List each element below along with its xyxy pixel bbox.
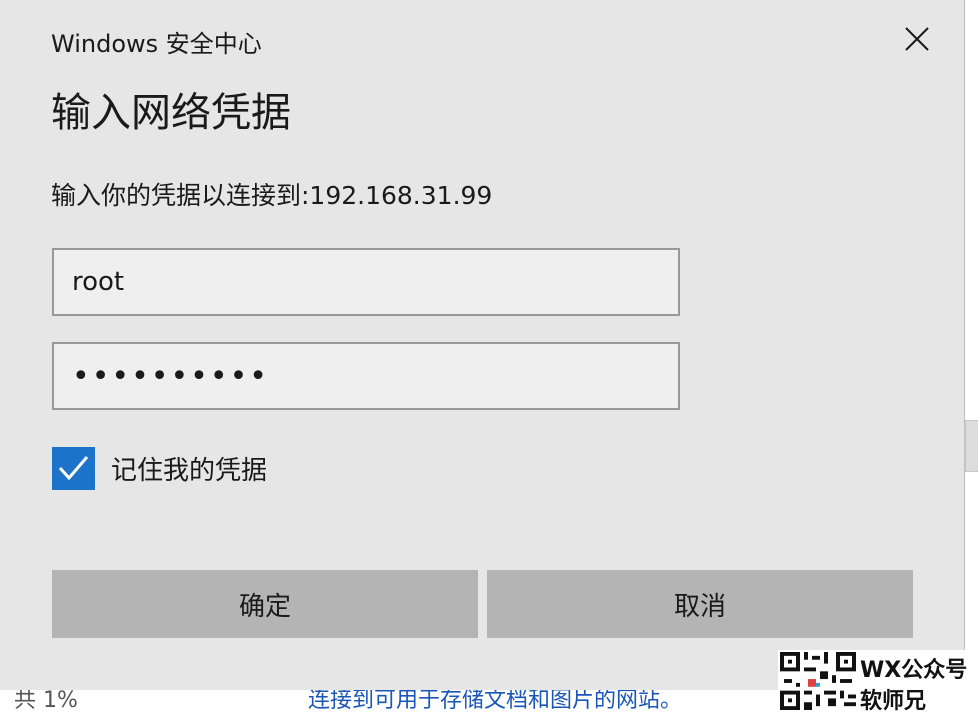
checkmark-icon — [58, 455, 89, 480]
remember-credentials-checkbox[interactable]: 记住我的凭据 — [52, 446, 267, 490]
username-input[interactable] — [52, 248, 680, 316]
checkbox-box[interactable] — [52, 446, 95, 490]
qr-code-icon — [780, 652, 856, 710]
dialog-heading: 输入网络凭据 — [51, 90, 291, 136]
password-input[interactable] — [52, 342, 680, 410]
watermark: WX公众号 软师兄 — [778, 650, 978, 714]
background-scrollbar[interactable] — [965, 420, 978, 472]
watermark-line2: 软师兄 — [860, 689, 927, 714]
watermark-line1: WX公众号 — [860, 658, 968, 683]
ok-button[interactable]: 确定 — [52, 570, 478, 638]
cancel-button[interactable]: 取消 — [487, 570, 913, 638]
dialog-app-title: Windows 安全中心 — [51, 30, 262, 58]
credential-dialog: Windows 安全中心 输入网络凭据 输入你的凭据以连接到:192.168.3… — [0, 0, 965, 690]
close-icon — [905, 27, 929, 51]
close-button[interactable] — [890, 16, 944, 62]
remember-label: 记住我的凭据 — [111, 455, 268, 486]
connection-prompt: 输入你的凭据以连接到:192.168.31.99 — [51, 181, 493, 210]
